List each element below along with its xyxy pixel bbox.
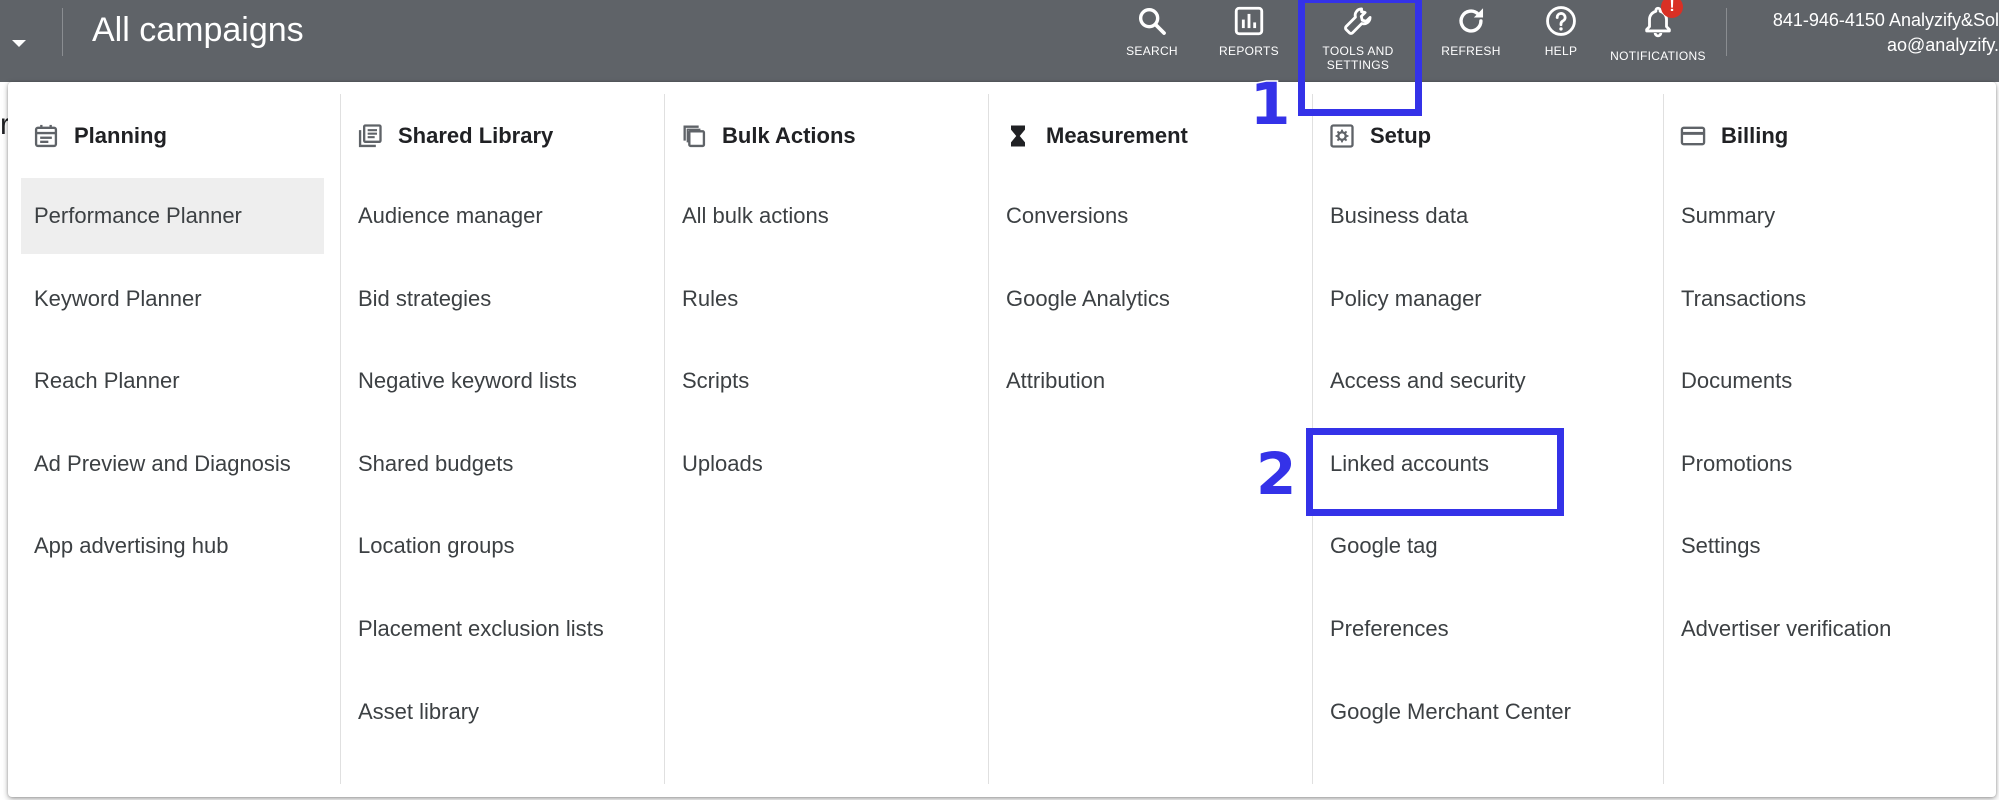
account-id-name: 841-946-4150 Analyzify&Sol xyxy=(1772,10,1999,30)
menu-item-uploads[interactable]: Uploads xyxy=(669,426,972,502)
menu-item-google-analytics[interactable]: Google Analytics xyxy=(993,261,1296,337)
account-dropdown-caret-icon[interactable] xyxy=(12,40,26,47)
divider xyxy=(62,8,63,56)
menu-item-conversions[interactable]: Conversions xyxy=(993,178,1296,254)
annotation-box-2 xyxy=(1306,428,1564,516)
menu-item-attribution[interactable]: Attribution xyxy=(993,343,1296,419)
calendar-icon xyxy=(34,124,58,148)
account-email: ao@analyzify. xyxy=(1887,35,1999,55)
menu-item-app-advertising-hub[interactable]: App advertising hub xyxy=(21,508,324,584)
menu-item-rules[interactable]: Rules xyxy=(669,261,972,337)
menu-item-preferences[interactable]: Preferences xyxy=(1317,591,1650,667)
column-heading: Shared Library xyxy=(356,122,553,150)
top-bar: All campaigns SEARCH REPORTS TOOLS AND S… xyxy=(0,0,1999,82)
menu-item-settings[interactable]: Settings xyxy=(1668,508,1991,584)
tools-and-settings-menu: Planning Performance Planner Keyword Pla… xyxy=(8,82,1996,797)
menu-item-bid-strategies[interactable]: Bid strategies xyxy=(345,261,648,337)
refresh-button[interactable]: REFRESH xyxy=(1436,0,1506,82)
menu-item-advertiser-verification[interactable]: Advertiser verification xyxy=(1668,591,1991,667)
notification-badge: ! xyxy=(1661,0,1683,18)
heading-billing: Billing xyxy=(1721,123,1789,148)
reports-icon xyxy=(1234,6,1264,36)
heading-measurement: Measurement xyxy=(1046,123,1188,148)
heading-bulk-actions: Bulk Actions xyxy=(722,123,856,148)
menu-item-summary[interactable]: Summary xyxy=(1668,178,1991,254)
column-heading: Measurement xyxy=(1004,122,1188,150)
search-button[interactable]: SEARCH xyxy=(1122,0,1182,82)
column-heading: Setup xyxy=(1328,122,1431,150)
refresh-icon xyxy=(1459,8,1484,33)
heading-setup: Setup xyxy=(1370,123,1432,148)
menu-item-business-data[interactable]: Business data xyxy=(1317,178,1650,254)
library-icon xyxy=(358,124,382,148)
search-label: SEARCH xyxy=(1126,44,1178,58)
menu-item-access-and-security[interactable]: Access and security xyxy=(1317,343,1650,419)
divider xyxy=(1726,8,1727,56)
column-heading: Billing xyxy=(1679,122,1788,150)
column-heading: Planning xyxy=(32,122,167,150)
menu-item-promotions[interactable]: Promotions xyxy=(1668,426,1991,502)
refresh-label: REFRESH xyxy=(1441,44,1501,58)
menu-item-google-merchant-center[interactable]: Google Merchant Center xyxy=(1317,674,1650,750)
menu-item-documents[interactable]: Documents xyxy=(1668,343,1991,419)
menu-item-google-tag[interactable]: Google tag xyxy=(1317,508,1650,584)
menu-column-billing: Billing Summary Transactions Documents P… xyxy=(1655,94,1995,784)
menu-item-keyword-planner[interactable]: Keyword Planner xyxy=(21,261,324,337)
annotation-box-1 xyxy=(1298,0,1422,116)
reports-label: REPORTS xyxy=(1219,44,1279,58)
account-info[interactable]: 841-946-4150 Analyzify&Sol ao@analyzify. xyxy=(1729,8,1999,58)
menu-item-shared-budgets[interactable]: Shared budgets xyxy=(345,426,648,502)
menu-item-location-groups[interactable]: Location groups xyxy=(345,508,648,584)
gear-box-icon xyxy=(1330,124,1354,148)
menu-item-asset-library[interactable]: Asset library xyxy=(345,674,648,750)
help-button[interactable]: HELP xyxy=(1536,0,1586,82)
hourglass-icon xyxy=(1011,125,1025,147)
menu-item-all-bulk-actions[interactable]: All bulk actions xyxy=(669,178,972,254)
page-title: All campaigns xyxy=(92,11,304,49)
help-label: HELP xyxy=(1544,44,1578,58)
search-icon xyxy=(1138,7,1166,35)
menu-column-planning: Planning Performance Planner Keyword Pla… xyxy=(8,94,332,784)
annotation-number-2: 2 xyxy=(1254,439,1297,510)
menu-column-measurement: Measurement Conversions Google Analytics… xyxy=(980,94,1304,784)
column-heading: Bulk Actions xyxy=(680,122,856,150)
heading-shared-library: Shared Library xyxy=(398,123,554,148)
copy-icon xyxy=(683,125,706,148)
menu-column-shared-library: Shared Library Audience manager Bid stra… xyxy=(332,94,656,784)
menu-column-bulk-actions: Bulk Actions All bulk actions Rules Scri… xyxy=(656,94,980,784)
menu-item-performance-planner[interactable]: Performance Planner xyxy=(21,178,324,254)
menu-item-reach-planner[interactable]: Reach Planner xyxy=(21,343,324,419)
annotation-number-1: 1 xyxy=(1248,69,1291,140)
heading-planning: Planning xyxy=(74,123,167,148)
menu-item-audience-manager[interactable]: Audience manager xyxy=(345,178,648,254)
menu-item-ad-preview-diagnosis[interactable]: Ad Preview and Diagnosis xyxy=(21,426,324,502)
credit-card-icon xyxy=(1680,126,1706,146)
menu-item-scripts[interactable]: Scripts xyxy=(669,343,972,419)
notifications-button[interactable]: ! NOTIFICATIONS xyxy=(1606,0,1710,82)
menu-item-transactions[interactable]: Transactions xyxy=(1668,261,1991,337)
help-icon xyxy=(1546,6,1576,36)
menu-item-placement-exclusion-lists[interactable]: Placement exclusion lists xyxy=(345,591,648,667)
menu-item-negative-keyword-lists[interactable]: Negative keyword lists xyxy=(345,343,648,419)
menu-item-policy-manager[interactable]: Policy manager xyxy=(1317,261,1650,337)
notifications-label: NOTIFICATIONS xyxy=(1610,49,1706,63)
